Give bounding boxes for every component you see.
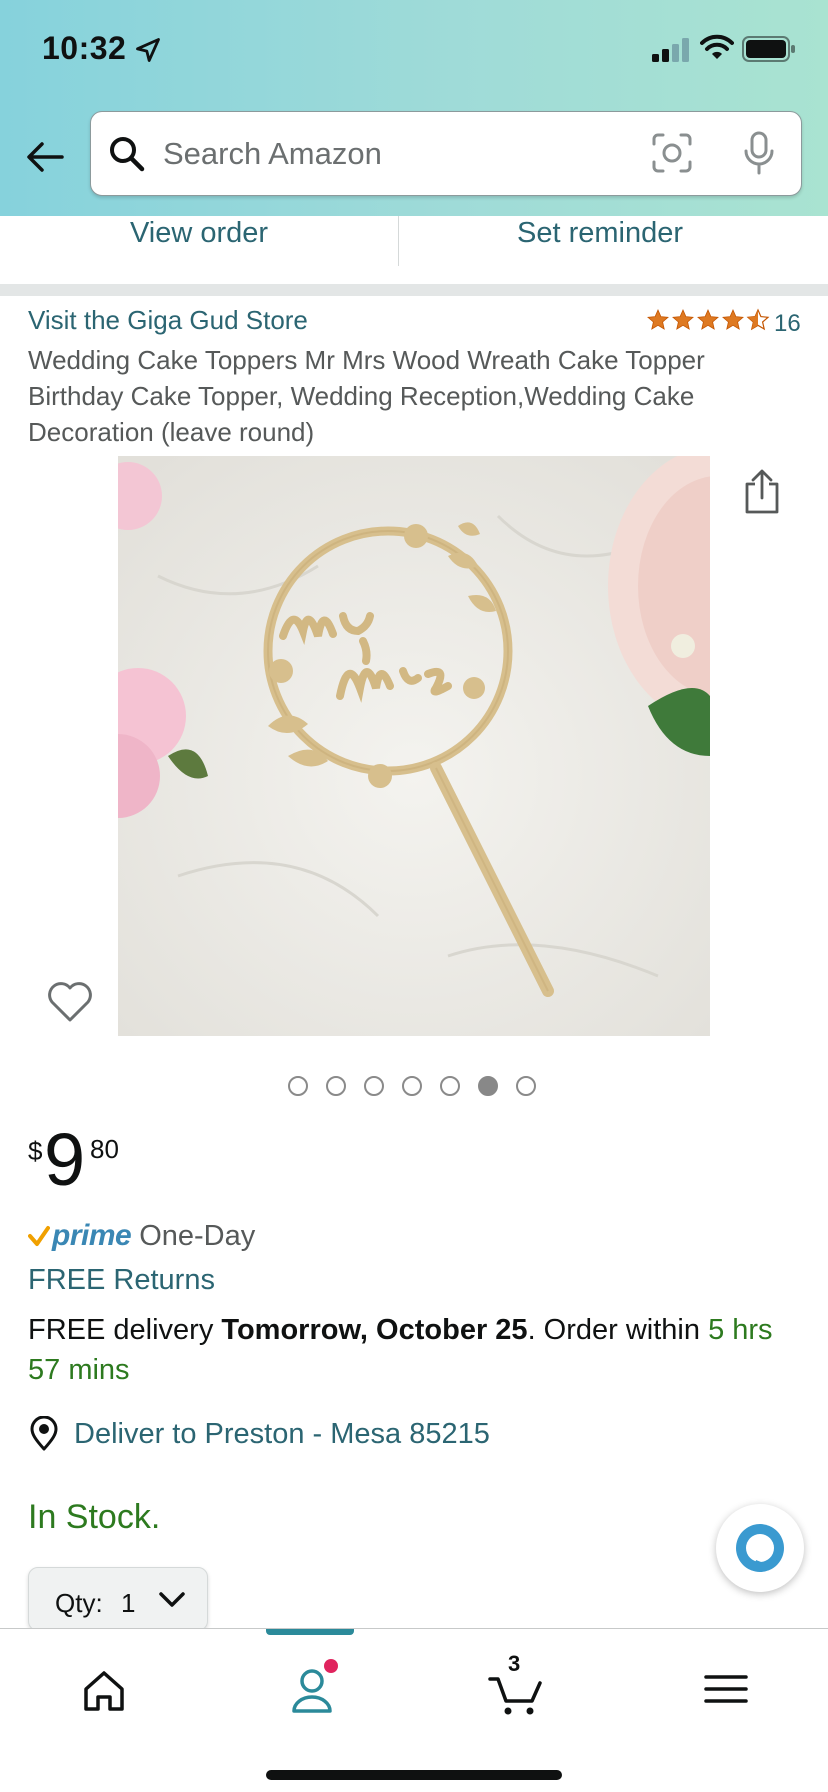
store-link[interactable]: Visit the Giga Gud Store — [28, 305, 308, 336]
free-returns-link[interactable]: FREE Returns — [28, 1264, 215, 1297]
page-dot[interactable] — [364, 1076, 384, 1096]
tab-cart[interactable]: 3 — [486, 1651, 546, 1719]
delivery-prefix: FREE delivery — [28, 1314, 222, 1346]
wifi-icon — [700, 34, 734, 59]
location-arrow-icon — [136, 38, 160, 62]
page-dot[interactable] — [288, 1076, 308, 1096]
star-full-icon — [722, 309, 744, 330]
prime-logo-text: prime — [52, 1219, 132, 1252]
search-input[interactable] — [163, 134, 583, 174]
delivery-date: Tomorrow, October 25 — [221, 1314, 528, 1346]
view-order-link[interactable]: View order — [0, 216, 398, 272]
section-separator — [0, 284, 828, 296]
page-dot[interactable] — [326, 1076, 346, 1096]
order-actions-strip: View order Set reminder — [0, 216, 828, 286]
battery-icon — [742, 36, 795, 62]
star-rating[interactable] — [646, 308, 771, 336]
quantity-label: Qty: — [55, 1588, 103, 1618]
stock-status: In Stock. — [28, 1498, 161, 1536]
deliver-to-row[interactable]: Deliver to Preston - Mesa 85215 — [28, 1414, 490, 1454]
star-full-icon — [647, 309, 669, 330]
hamburger-menu-icon[interactable] — [696, 1659, 756, 1719]
quantity-dropdown[interactable]: Qty: 1 — [28, 1567, 208, 1631]
star-full-icon — [672, 309, 694, 330]
divider — [398, 216, 399, 266]
cellular-signal-icon — [652, 38, 689, 62]
price-symbol: $ — [28, 1136, 43, 1166]
search-icon — [110, 137, 145, 172]
location-pin-icon — [30, 1416, 58, 1451]
notification-dot — [324, 1659, 338, 1673]
prime-check-icon — [28, 1226, 50, 1246]
page-dot-active[interactable] — [478, 1076, 498, 1096]
page-dot[interactable] — [516, 1076, 536, 1096]
price-fraction: 80 — [90, 1134, 119, 1164]
set-reminder-link[interactable]: Set reminder — [400, 216, 800, 272]
home-icon[interactable] — [74, 1659, 134, 1719]
image-pagination[interactable] — [288, 1076, 536, 1098]
page-dot[interactable] — [402, 1076, 422, 1096]
deliver-to-address[interactable]: Deliver to Preston - Mesa 85215 — [74, 1418, 490, 1451]
bottom-navigation: 3 — [0, 1628, 828, 1792]
delivery-middle: . Order within — [527, 1314, 709, 1346]
share-icon[interactable] — [742, 468, 782, 516]
price-whole: 9 — [44, 1118, 86, 1201]
chevron-down-icon — [159, 1592, 185, 1607]
star-half-icon — [746, 308, 770, 331]
active-tab-indicator — [266, 1629, 354, 1635]
alexa-icon — [736, 1524, 784, 1572]
status-time: 10:32 — [42, 30, 127, 66]
app-header: 10:32 — [0, 0, 828, 216]
search-bar[interactable] — [90, 111, 802, 196]
quantity-value: 1 — [121, 1588, 136, 1618]
prime-badge: prime One-Day — [28, 1216, 255, 1256]
cart-count: 3 — [508, 1651, 521, 1676]
back-arrow-icon[interactable] — [22, 134, 68, 180]
tab-you[interactable] — [282, 1659, 342, 1719]
home-indicator[interactable] — [266, 1770, 562, 1780]
star-full-icon — [697, 309, 719, 330]
camera-scan-icon[interactable] — [651, 132, 693, 174]
microphone-icon[interactable] — [739, 130, 779, 176]
delivery-info: FREE delivery Tomorrow, October 25. Orde… — [28, 1310, 798, 1390]
prime-speed: One-Day — [139, 1219, 256, 1252]
product-image[interactable] — [118, 456, 710, 1036]
rating-count[interactable]: 16 — [774, 310, 801, 338]
alexa-button[interactable] — [716, 1504, 804, 1592]
page-dot[interactable] — [440, 1076, 460, 1096]
product-title: Wedding Cake Toppers Mr Mrs Wood Wreath … — [28, 345, 705, 447]
heart-wishlist-icon[interactable] — [46, 980, 94, 1024]
cake-topper-photo — [118, 456, 710, 1036]
